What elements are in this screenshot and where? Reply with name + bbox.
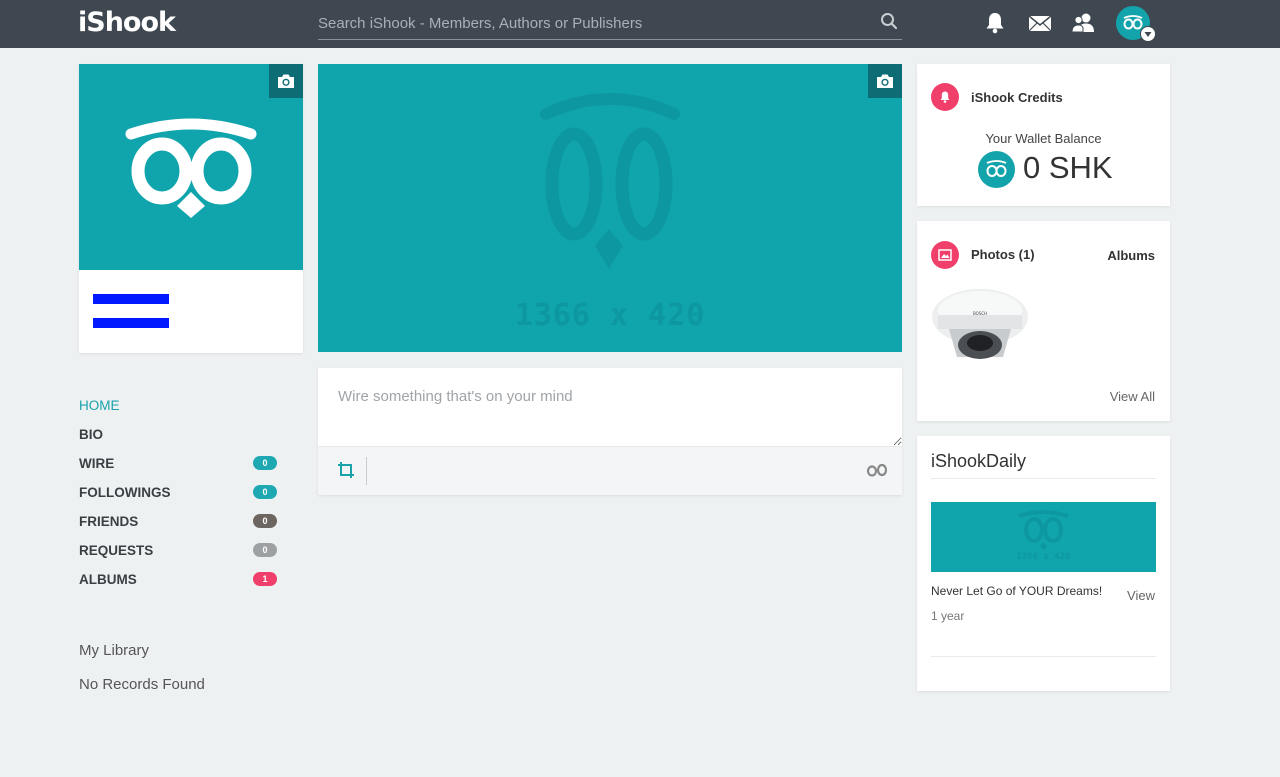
- nav-item-label: BIO: [79, 427, 104, 442]
- logo[interactable]: iShook: [78, 7, 176, 38]
- wallet-balance: 0 SHK: [1023, 150, 1113, 185]
- crop-image-icon[interactable]: [337, 461, 355, 479]
- camera-icon: [877, 74, 893, 88]
- search-input[interactable]: [318, 8, 858, 38]
- count-badge: 0: [253, 485, 277, 499]
- nav-item-bio[interactable]: BIO: [79, 420, 279, 449]
- camera-icon: [278, 74, 294, 88]
- nav-item-wire[interactable]: WIRE 0: [79, 449, 279, 478]
- view-all-photos-link[interactable]: View All: [1110, 389, 1155, 404]
- post-input[interactable]: [318, 368, 902, 446]
- wallet-label: Your Wallet Balance: [985, 131, 1102, 146]
- mail-icon[interactable]: [1027, 10, 1053, 36]
- toolbar-divider: [366, 457, 367, 485]
- owl-logo-icon: [1018, 510, 1069, 550]
- cover-placeholder-text: 1366 x 420: [514, 298, 706, 333]
- photo-thumbnail[interactable]: BOSCH: [931, 285, 1029, 361]
- daily-view-link[interactable]: View: [1127, 588, 1155, 603]
- credits-title: iShook Credits: [971, 90, 1063, 105]
- daily-placeholder-text: 1366 x 420: [1016, 552, 1071, 562]
- redacted-username: [93, 318, 169, 328]
- photos-title: Photos (1): [971, 247, 1035, 262]
- search-icon[interactable]: [880, 12, 898, 30]
- daily-title: iShookDaily: [931, 451, 1027, 471]
- user-avatar[interactable]: [1116, 6, 1156, 42]
- profile-picture: [79, 64, 303, 270]
- nav-item-label: REQUESTS: [79, 543, 154, 558]
- nav-item-followings[interactable]: FOLLOWINGS 0: [79, 478, 279, 507]
- count-badge: 1: [253, 572, 277, 586]
- users-icon[interactable]: [1070, 10, 1096, 36]
- photos-widget: Photos (1) Albums BOSCH View All: [917, 221, 1170, 421]
- nav-item-requests[interactable]: REQUESTS 0: [79, 536, 279, 565]
- chevron-down-icon[interactable]: [1140, 26, 1156, 42]
- bell-icon[interactable]: [982, 10, 1008, 36]
- nav-item-friends[interactable]: FRIENDS 0: [79, 507, 279, 536]
- redacted-name: [93, 294, 169, 304]
- albums-link[interactable]: Albums: [1107, 248, 1155, 263]
- nav-item-label: HOME: [79, 398, 120, 413]
- divider: [931, 478, 1156, 479]
- change-profile-photo-button[interactable]: [269, 64, 303, 98]
- credits-widget: iShook Credits Your Wallet Balance 0 SHK: [917, 64, 1170, 206]
- count-badge: 0: [253, 456, 277, 470]
- count-badge: 0: [253, 543, 277, 557]
- image-icon: [931, 241, 959, 269]
- library-title[interactable]: My Library: [79, 642, 149, 659]
- top-navbar: iShook: [0, 0, 1280, 48]
- post-composer: [318, 368, 902, 495]
- owl-eyes-icon[interactable]: [866, 463, 888, 477]
- composer-toolbar: [318, 446, 902, 495]
- nav-item-home[interactable]: HOME: [79, 392, 279, 419]
- owl-logo-icon: [540, 93, 680, 269]
- search-bar: [318, 8, 902, 40]
- nav-item-label: WIRE: [79, 456, 115, 471]
- profile-card: [79, 64, 303, 353]
- svg-text:BOSCH: BOSCH: [973, 311, 987, 316]
- nav-item-label: ALBUMS: [79, 572, 137, 587]
- ishookdaily-widget: iShookDaily 1366 x 420 Never Let Go of Y…: [917, 436, 1170, 691]
- daily-headline[interactable]: Never Let Go of YOUR Dreams!: [931, 584, 1102, 598]
- nav-item-label: FRIENDS: [79, 514, 139, 529]
- coin-icon: [978, 151, 1015, 188]
- divider: [931, 656, 1156, 657]
- profile-nav: HOME BIO WIRE 0 FOLLOWINGS 0 FRIENDS 0 REQU…: [79, 392, 279, 594]
- nav-item-label: FOLLOWINGS: [79, 485, 171, 500]
- daily-thumbnail[interactable]: 1366 x 420: [931, 502, 1156, 572]
- nav-item-albums[interactable]: ALBUMS 1: [79, 565, 279, 594]
- cover-photo: 1366 x 420: [318, 64, 902, 352]
- daily-timestamp: 1 year: [931, 609, 965, 623]
- change-cover-photo-button[interactable]: [868, 64, 902, 98]
- bell-icon: [931, 83, 959, 111]
- library-empty-text: No Records Found: [79, 676, 205, 693]
- count-badge: 0: [253, 514, 277, 528]
